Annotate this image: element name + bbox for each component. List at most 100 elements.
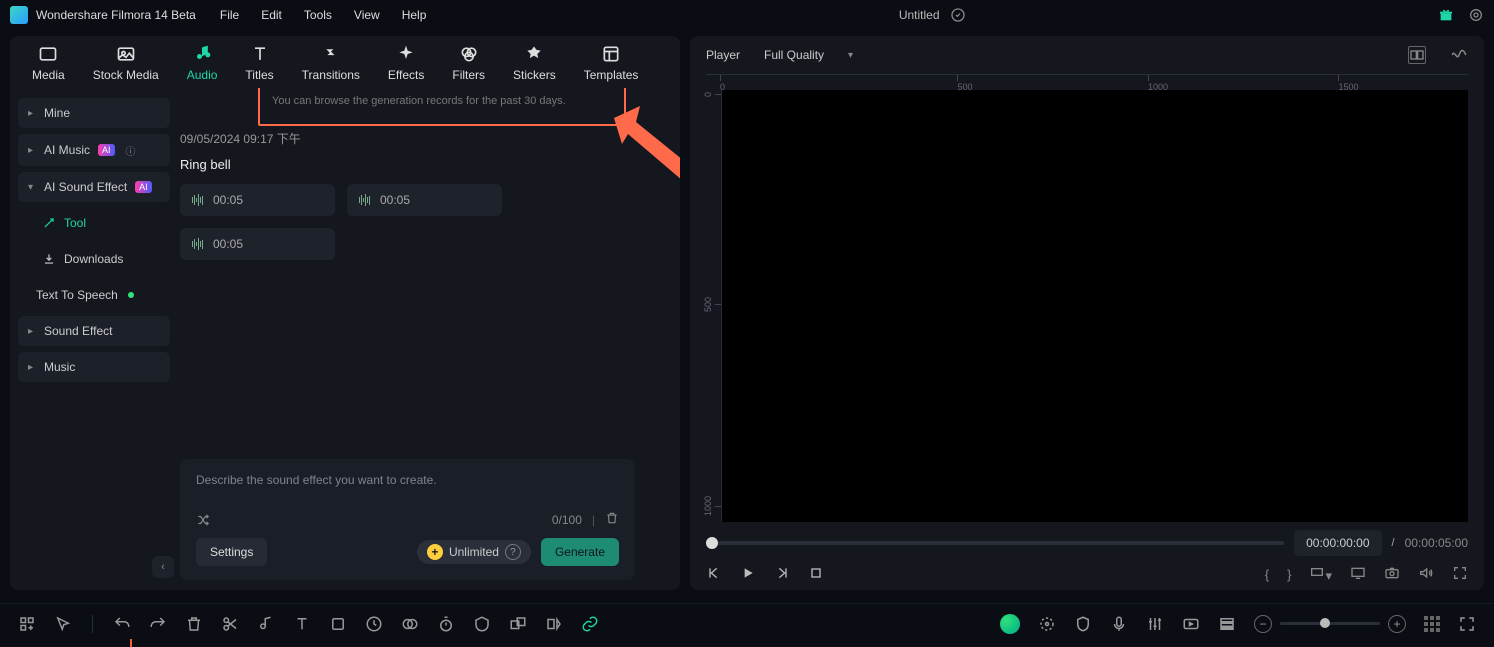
audio-clip[interactable]: 00:05 bbox=[180, 228, 335, 260]
unlimited-pill[interactable]: + Unlimited ? bbox=[417, 540, 531, 564]
menu-tools[interactable]: Tools bbox=[304, 8, 332, 22]
scopes-icon[interactable] bbox=[1450, 46, 1468, 64]
aspect-ratio-icon[interactable]: ▾ bbox=[1309, 564, 1332, 584]
next-frame-button[interactable] bbox=[774, 565, 790, 584]
mark-in-icon[interactable]: { bbox=[1265, 567, 1269, 582]
stop-button[interactable] bbox=[808, 565, 824, 584]
plus-badge-icon: + bbox=[427, 544, 443, 560]
menu-view[interactable]: View bbox=[354, 8, 380, 22]
layout-compare-icon[interactable] bbox=[1408, 46, 1426, 64]
settings-button[interactable]: Settings bbox=[196, 538, 267, 566]
menu-edit[interactable]: Edit bbox=[261, 8, 282, 22]
zoom-knob[interactable] bbox=[1320, 618, 1330, 628]
mixer-icon[interactable] bbox=[1146, 615, 1164, 633]
apps-icon[interactable] bbox=[18, 615, 36, 633]
text-tool-icon[interactable] bbox=[293, 615, 311, 633]
help-icon[interactable]: ? bbox=[505, 544, 521, 560]
document-title[interactable]: Untitled bbox=[899, 8, 940, 22]
color-icon[interactable] bbox=[401, 615, 419, 633]
link-icon[interactable] bbox=[581, 615, 599, 633]
info-icon[interactable]: ⓘ bbox=[123, 142, 139, 158]
volume-icon[interactable] bbox=[1418, 565, 1434, 584]
caret-right-icon: ▸ bbox=[28, 362, 36, 373]
ai-assistant-icon[interactable] bbox=[1000, 614, 1020, 634]
tab-stickers[interactable]: Stickers bbox=[513, 44, 556, 82]
sidebar-music[interactable]: ▸Music bbox=[18, 352, 170, 382]
fit-timeline-icon[interactable] bbox=[1458, 615, 1476, 633]
display-icon[interactable] bbox=[1350, 565, 1366, 584]
timeline-grid-icon[interactable] bbox=[1424, 616, 1440, 632]
tab-effects[interactable]: Effects bbox=[388, 44, 424, 82]
shield-icon[interactable] bbox=[1074, 615, 1092, 633]
audio-sidebar: ▸Mine ▸AI MusicAIⓘ ▾AI Sound EffectAI To… bbox=[10, 88, 180, 590]
tab-templates[interactable]: Templates bbox=[584, 44, 639, 82]
tab-filters[interactable]: Filters bbox=[452, 44, 485, 82]
time-separator: / bbox=[1392, 537, 1395, 549]
prompt-input[interactable]: Describe the sound effect you want to cr… bbox=[196, 473, 619, 493]
ai-badge: AI bbox=[98, 144, 115, 156]
progress-bar[interactable] bbox=[706, 541, 1284, 545]
delete-icon[interactable] bbox=[185, 615, 203, 633]
snapshot-icon[interactable] bbox=[1384, 565, 1400, 584]
sidebar-text-to-speech[interactable]: Text To Speech bbox=[18, 280, 170, 310]
prev-frame-button[interactable] bbox=[706, 565, 722, 584]
sidebar-ai-music[interactable]: ▸AI MusicAIⓘ bbox=[18, 134, 170, 166]
app-logo bbox=[10, 6, 28, 24]
trash-icon[interactable] bbox=[605, 511, 619, 528]
collapse-sidebar-button[interactable]: ‹ bbox=[152, 556, 174, 578]
render-icon[interactable] bbox=[1182, 615, 1200, 633]
group-icon[interactable] bbox=[509, 615, 527, 633]
cut-icon[interactable] bbox=[221, 615, 239, 633]
fullscreen-icon[interactable] bbox=[1452, 565, 1468, 584]
sidebar-ai-sound-effect[interactable]: ▾AI Sound EffectAI bbox=[18, 172, 170, 202]
sidebar-mine[interactable]: ▸Mine bbox=[18, 98, 170, 128]
char-counter: 0/100 bbox=[552, 513, 582, 527]
zoom-out-button[interactable]: − bbox=[1254, 615, 1272, 633]
preview-stage[interactable] bbox=[722, 90, 1468, 522]
tab-titles[interactable]: Titles bbox=[245, 44, 273, 82]
pointer-icon[interactable] bbox=[54, 615, 72, 633]
undo-icon[interactable] bbox=[113, 615, 131, 633]
audio-clip[interactable]: 00:05 bbox=[347, 184, 502, 216]
zoom-slider[interactable] bbox=[1280, 622, 1380, 625]
horizontal-ruler: 0 500 1000 1500 bbox=[706, 74, 1468, 90]
caret-right-icon: ▸ bbox=[28, 108, 36, 119]
mic-icon[interactable] bbox=[1110, 615, 1128, 633]
effects-icon bbox=[396, 44, 416, 64]
tab-audio[interactable]: Audio bbox=[187, 44, 218, 82]
menu-file[interactable]: File bbox=[220, 8, 239, 22]
mark-out-icon[interactable]: } bbox=[1287, 567, 1291, 582]
tab-transitions[interactable]: Transitions bbox=[302, 44, 360, 82]
audio-clip[interactable]: 00:05 bbox=[180, 184, 335, 216]
quality-dropdown[interactable]: Full Quality▾ bbox=[764, 48, 853, 62]
menu-help[interactable]: Help bbox=[402, 8, 427, 22]
shuffle-icon[interactable] bbox=[196, 513, 210, 527]
download-icon bbox=[42, 252, 56, 266]
sidebar-tool[interactable]: Tool bbox=[18, 208, 170, 238]
progress-knob[interactable] bbox=[706, 537, 718, 549]
tab-media[interactable]: Media bbox=[32, 44, 65, 82]
tracks-icon[interactable] bbox=[1218, 615, 1236, 633]
tab-stock-media[interactable]: Stock Media bbox=[93, 44, 159, 82]
generate-button[interactable]: Generate bbox=[541, 538, 619, 566]
timer-icon[interactable] bbox=[437, 615, 455, 633]
sidebar-downloads[interactable]: Downloads bbox=[18, 244, 170, 274]
zoom-in-button[interactable]: + bbox=[1388, 615, 1406, 633]
caret-right-icon: ▸ bbox=[28, 145, 36, 156]
play-button[interactable] bbox=[740, 565, 756, 584]
timeline-playhead[interactable] bbox=[130, 639, 132, 647]
speed-icon[interactable] bbox=[365, 615, 383, 633]
sidebar-sound-effect[interactable]: ▸Sound Effect bbox=[18, 316, 170, 346]
mask-icon[interactable] bbox=[473, 615, 491, 633]
redo-icon[interactable] bbox=[149, 615, 167, 633]
settings-gear-icon[interactable] bbox=[1468, 7, 1484, 23]
main-menu: File Edit Tools View Help bbox=[220, 8, 427, 22]
current-time: 00:00:00:00 bbox=[1294, 530, 1381, 556]
player-panel: Player Full Quality▾ 0 500 1000 1500 0 5… bbox=[690, 36, 1484, 590]
crop-icon[interactable] bbox=[329, 615, 347, 633]
cloud-sync-icon[interactable] bbox=[950, 7, 966, 23]
audio-edit-icon[interactable] bbox=[257, 615, 275, 633]
gift-icon[interactable] bbox=[1438, 7, 1454, 23]
keyframe-icon[interactable] bbox=[545, 615, 563, 633]
marker-icon[interactable] bbox=[1038, 615, 1056, 633]
